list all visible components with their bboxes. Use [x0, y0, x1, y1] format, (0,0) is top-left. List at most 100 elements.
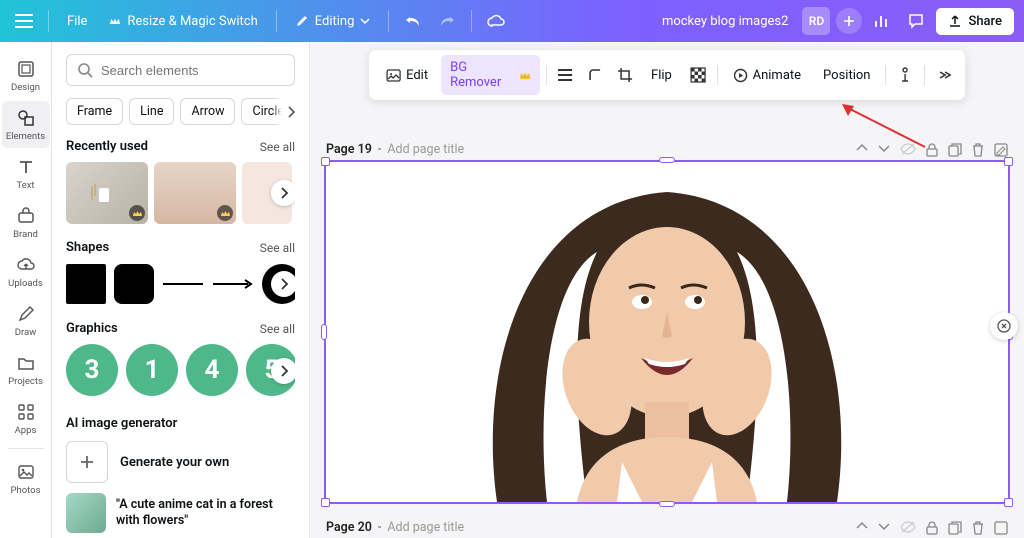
shape-line[interactable]: [162, 264, 204, 304]
page-duplicate[interactable]: [948, 521, 962, 535]
add-collaborator-button[interactable]: [836, 8, 862, 34]
rail-design[interactable]: Design: [2, 52, 50, 99]
see-all-shapes[interactable]: See all: [260, 241, 295, 255]
edit-image-button[interactable]: Edit: [377, 63, 437, 88]
align-button[interactable]: [553, 61, 579, 89]
file-menu[interactable]: File: [59, 9, 95, 34]
redo-button[interactable]: [433, 7, 461, 35]
page-lock[interactable]: [926, 143, 938, 157]
graphic-3[interactable]: 4: [186, 344, 238, 396]
page-move-down[interactable]: [878, 521, 890, 535]
chevron-down-icon: [360, 18, 370, 24]
chip-line[interactable]: Line: [129, 98, 174, 125]
info-button[interactable]: [892, 61, 918, 89]
animate-button[interactable]: Animate: [724, 63, 810, 88]
ai-example-item[interactable]: "A cute anime cat in a forest with flowe…: [66, 493, 295, 533]
chips-scroll-right[interactable]: [273, 98, 295, 125]
page-19-canvas[interactable]: [326, 162, 1008, 502]
recent-thumb-2[interactable]: [154, 162, 236, 224]
bg-remover-button[interactable]: BG Remover: [441, 55, 540, 95]
editing-mode-menu[interactable]: Editing: [287, 9, 379, 34]
page-move-up[interactable]: [856, 521, 868, 535]
rail-photos[interactable]: Photos: [2, 455, 50, 502]
comment-icon[interactable]: [902, 7, 930, 35]
more-button[interactable]: [931, 61, 957, 89]
rail-uploads[interactable]: Uploads: [2, 248, 50, 295]
separator: [276, 10, 277, 32]
pencil-icon: [295, 14, 309, 28]
graphic-1[interactable]: 3: [66, 344, 118, 396]
page-delete[interactable]: [972, 143, 984, 157]
shape-square[interactable]: [66, 264, 106, 304]
generate-label[interactable]: Generate your own: [120, 455, 229, 470]
separator: [546, 65, 547, 85]
page-add[interactable]: [994, 143, 1008, 157]
page-20-number: Page 20: [326, 520, 372, 535]
shape-rounded-square[interactable]: [114, 264, 154, 304]
rail-draw[interactable]: Draw: [2, 297, 50, 344]
page-19-header: Page 19 - Add page title: [326, 142, 1008, 157]
page-delete[interactable]: [972, 521, 984, 535]
rail-text[interactable]: Text: [2, 150, 50, 197]
menu-hamburger-button[interactable]: [10, 7, 38, 35]
search-elements[interactable]: [66, 54, 295, 86]
share-button[interactable]: Share: [936, 8, 1014, 35]
undo-button[interactable]: [399, 7, 427, 35]
chip-arrow[interactable]: Arrow: [180, 98, 235, 125]
graphics-scroll-right[interactable]: [271, 358, 295, 384]
contextual-toolbar: Edit BG Remover Flip Animate Position: [369, 50, 965, 100]
recent-scroll-right[interactable]: [271, 180, 295, 206]
page-19-number: Page 19: [326, 142, 372, 157]
ai-example-text: "A cute anime cat in a forest with flowe…: [116, 497, 295, 530]
page-duplicate[interactable]: [948, 143, 962, 157]
page-move-up[interactable]: [856, 143, 868, 157]
resize-handle-br[interactable]: [1004, 498, 1013, 507]
separator: [717, 65, 718, 85]
separator: [885, 65, 886, 85]
chip-frame[interactable]: Frame: [66, 98, 123, 125]
resize-handle-tm[interactable]: [659, 157, 675, 163]
rail-brand[interactable]: Brand: [2, 199, 50, 246]
resize-handle-lm[interactable]: [321, 324, 327, 340]
search-input[interactable]: [101, 63, 284, 78]
shapes-scroll-right[interactable]: [271, 271, 295, 297]
flip-button[interactable]: Flip: [642, 63, 681, 88]
page-19-title-input[interactable]: Add page title: [387, 142, 464, 157]
position-button[interactable]: Position: [814, 63, 879, 88]
generate-your-own-button[interactable]: [66, 441, 108, 483]
page-hide[interactable]: [900, 521, 916, 535]
rail-apps[interactable]: Apps: [2, 395, 50, 442]
corner-rounding-button[interactable]: [582, 61, 608, 89]
page-hide[interactable]: [900, 143, 916, 157]
see-all-recent[interactable]: See all: [260, 140, 295, 154]
rail-projects[interactable]: Projects: [2, 346, 50, 393]
graphic-2[interactable]: 1: [126, 344, 178, 396]
analytics-icon[interactable]: [868, 7, 896, 35]
page-move-down[interactable]: [878, 143, 890, 157]
bg-remover-label: BG Remover: [450, 60, 515, 90]
resize-handle-tl[interactable]: [321, 157, 330, 166]
selected-image[interactable]: [326, 162, 1008, 502]
resize-handle-bl[interactable]: [321, 498, 330, 507]
editing-label: Editing: [315, 14, 355, 29]
separator: [48, 10, 49, 32]
document-title[interactable]: mockey blog images2: [662, 14, 789, 29]
resize-handle-bm[interactable]: [659, 501, 675, 507]
recent-thumb-1[interactable]: [66, 162, 148, 224]
page-20-title-input[interactable]: Add page title: [387, 520, 464, 535]
separator: [924, 65, 925, 85]
transparency-button[interactable]: [685, 61, 711, 89]
rail-elements[interactable]: Elements: [2, 101, 50, 148]
see-all-graphics[interactable]: See all: [260, 322, 295, 336]
crop-button[interactable]: [612, 61, 638, 89]
cloud-sync-icon[interactable]: [482, 7, 510, 35]
user-avatar[interactable]: RD: [802, 7, 830, 35]
resize-menu[interactable]: Resize & Magic Switch: [101, 9, 265, 34]
upload-icon: [948, 14, 962, 28]
shape-arrow[interactable]: [212, 264, 254, 304]
resize-handle-tr[interactable]: [1004, 157, 1013, 166]
page-add[interactable]: [994, 521, 1008, 535]
page-lock[interactable]: [926, 521, 938, 535]
section-recently-used: Recently used: [66, 139, 148, 154]
floating-comment-button[interactable]: [990, 312, 1018, 340]
